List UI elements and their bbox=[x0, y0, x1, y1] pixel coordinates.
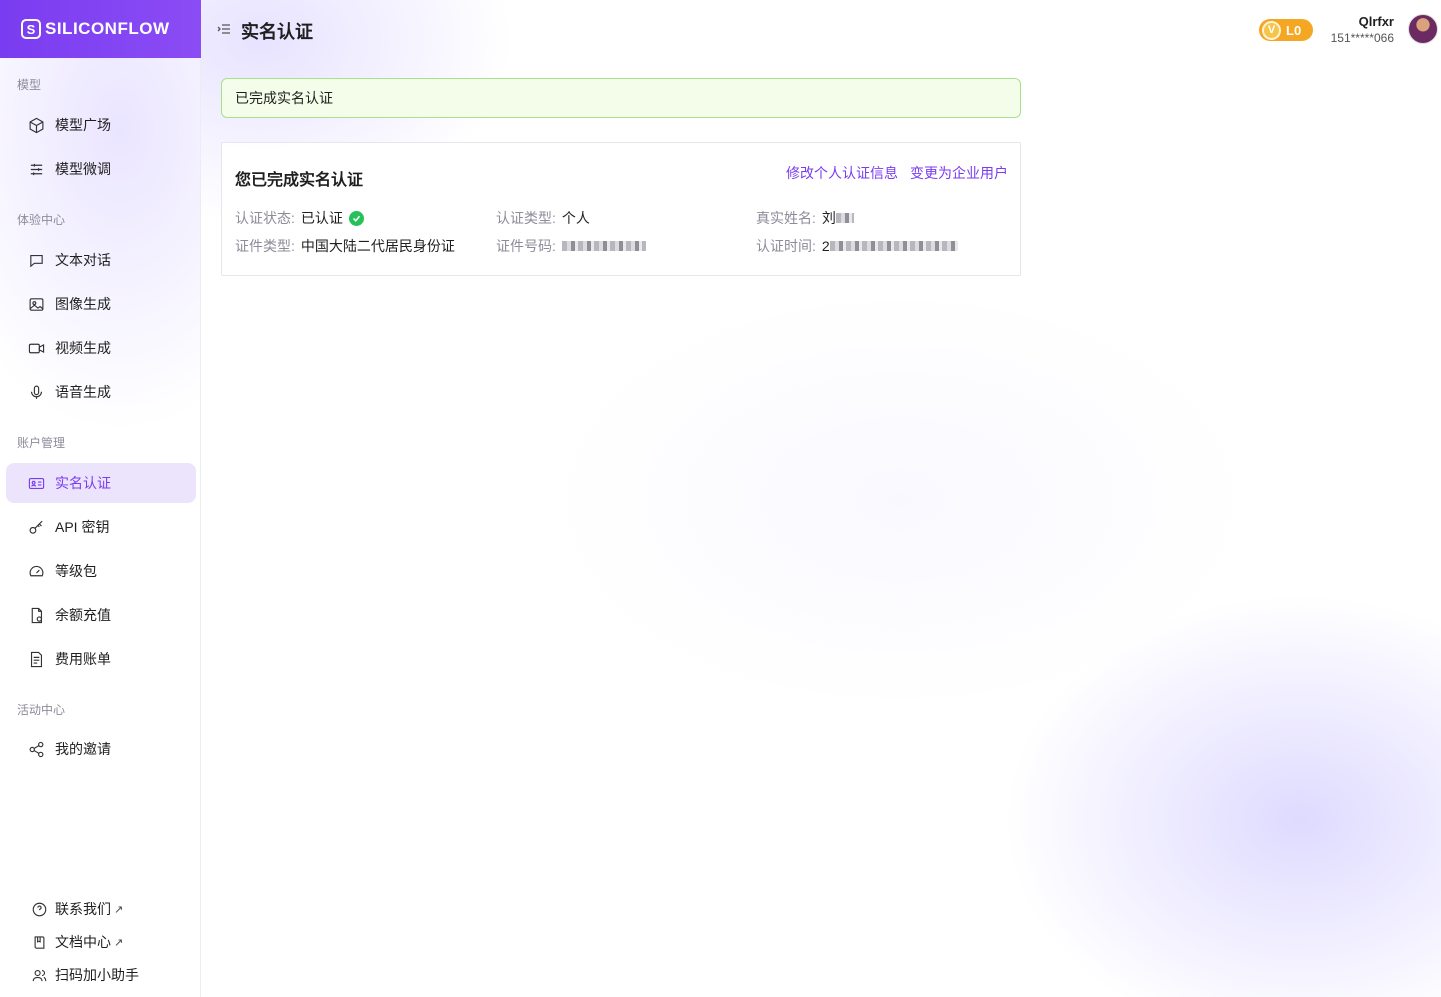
id-card-icon bbox=[28, 475, 45, 492]
sidebar-item-video-gen[interactable]: 视频生成 bbox=[6, 328, 196, 368]
mic-icon bbox=[28, 384, 45, 401]
sidebar-item-label: 我的邀请 bbox=[55, 741, 111, 757]
sidebar-item-speech-gen[interactable]: 语音生成 bbox=[6, 372, 196, 412]
help-icon bbox=[32, 902, 47, 917]
gauge-icon bbox=[28, 563, 45, 580]
external-link-icon: ↗ bbox=[114, 936, 124, 949]
user-name[interactable]: Qlrfxr bbox=[1359, 14, 1394, 29]
doc-type-label: 证件类型: bbox=[235, 238, 295, 254]
bill-icon bbox=[28, 651, 45, 668]
image-icon bbox=[28, 296, 45, 313]
masked-time bbox=[829, 241, 958, 251]
sliders-icon bbox=[28, 161, 45, 178]
masked-text bbox=[835, 213, 854, 223]
sidebar-item-top-up[interactable]: 余额充值 bbox=[6, 595, 196, 635]
sidebar-item-image-gen[interactable]: 图像生成 bbox=[6, 284, 196, 324]
edit-personal-info-link[interactable]: 修改个人认证信息 bbox=[786, 163, 898, 183]
sidebar-item-label: 模型微调 bbox=[55, 161, 111, 177]
sidebar-item-billing[interactable]: 费用账单 bbox=[6, 639, 196, 679]
contact-us-label: 联系我们 bbox=[55, 901, 111, 917]
sidebar-item-label: 文本对话 bbox=[55, 252, 111, 268]
sidebar-item-label: 余额充值 bbox=[55, 607, 111, 623]
success-alert: 已完成实名认证 bbox=[221, 78, 1021, 118]
top-header: 实名认证 V L0 Qlrfxr 151*****066 bbox=[201, 0, 1441, 58]
switch-to-enterprise-link[interactable]: 变更为企业用户 bbox=[910, 163, 1008, 183]
verify-time-label: 认证时间: bbox=[756, 238, 816, 254]
sidebar-item-label: 实名认证 bbox=[55, 475, 111, 491]
sidebar: S SILICONFLOW 模型 模型广场 模型微调 体验中心 文本对话 图像生… bbox=[0, 0, 201, 997]
docs-center-label: 文档中心 bbox=[55, 934, 111, 950]
collapse-sidebar-icon[interactable] bbox=[217, 22, 231, 36]
video-icon bbox=[28, 340, 45, 357]
sidebar-item-text-chat[interactable]: 文本对话 bbox=[6, 240, 196, 280]
assistant-qr-link[interactable]: 扫码加小助手 bbox=[32, 964, 139, 986]
user-icon bbox=[32, 968, 47, 983]
section-title-activities: 活动中心 bbox=[17, 703, 66, 717]
doc-number-label: 证件号码: bbox=[496, 238, 556, 254]
level-label: L0 bbox=[1286, 22, 1302, 38]
book-icon bbox=[32, 935, 47, 950]
section-title-playground: 体验中心 bbox=[17, 213, 66, 227]
real-name-field: 真实姓名: 刘 bbox=[756, 208, 854, 228]
share-icon bbox=[28, 741, 45, 758]
cube-icon bbox=[28, 117, 45, 134]
logo-icon: S bbox=[21, 19, 41, 39]
user-phone: 151*****066 bbox=[1330, 31, 1394, 45]
sidebar-item-label: 模型广场 bbox=[55, 117, 111, 133]
real-name-value: 刘 bbox=[821, 210, 836, 226]
type-field: 认证类型: 个人 bbox=[496, 208, 590, 228]
avatar[interactable] bbox=[1408, 14, 1438, 44]
sidebar-item-label: API 密钥 bbox=[55, 519, 110, 535]
section-title-account: 账户管理 bbox=[17, 436, 66, 450]
masked-doc-number bbox=[561, 241, 646, 251]
page-title: 实名认证 bbox=[241, 22, 313, 42]
sidebar-item-label: 图像生成 bbox=[55, 296, 111, 312]
doc-number-field: 证件号码: bbox=[496, 236, 646, 256]
sidebar-item-fine-tune[interactable]: 模型微调 bbox=[6, 149, 196, 189]
verification-card: 您已完成实名认证 修改个人认证信息 变更为企业用户 认证状态: 已认证 认证类型… bbox=[221, 142, 1021, 276]
verify-time-field: 认证时间: 2 bbox=[756, 236, 958, 256]
key-icon bbox=[28, 519, 45, 536]
vip-icon: V bbox=[1262, 20, 1281, 40]
assistant-qr-label: 扫码加小助手 bbox=[55, 967, 139, 983]
type-value: 个人 bbox=[561, 210, 590, 226]
logo[interactable]: S SILICONFLOW bbox=[0, 0, 201, 58]
card-title: 您已完成实名认证 bbox=[235, 172, 364, 189]
status-field: 认证状态: 已认证 bbox=[235, 208, 364, 228]
real-name-label: 真实姓名: bbox=[756, 210, 816, 226]
status-value: 已认证 bbox=[300, 210, 343, 226]
sidebar-item-model-square[interactable]: 模型广场 bbox=[6, 105, 196, 145]
docs-center-link[interactable]: 文档中心 ↗ bbox=[32, 931, 123, 953]
contact-us-link[interactable]: 联系我们 ↗ bbox=[32, 898, 123, 920]
status-label: 认证状态: bbox=[235, 210, 295, 226]
check-circle-icon bbox=[348, 210, 364, 226]
external-link-icon: ↗ bbox=[114, 903, 124, 916]
doc-type-value: 中国大陆二代居民身份证 bbox=[300, 238, 455, 254]
sidebar-item-level-pack[interactable]: 等级包 bbox=[6, 551, 196, 591]
sidebar-item-real-name[interactable]: 实名认证 bbox=[6, 463, 196, 503]
verify-time-value: 2 bbox=[821, 238, 830, 254]
section-title-models: 模型 bbox=[17, 78, 42, 92]
level-badge[interactable]: V L0 bbox=[1259, 19, 1313, 41]
sidebar-item-label: 视频生成 bbox=[55, 340, 111, 356]
chat-icon bbox=[28, 252, 45, 269]
sidebar-item-label: 等级包 bbox=[55, 563, 97, 579]
sidebar-item-api-keys[interactable]: API 密钥 bbox=[6, 507, 196, 547]
logo-text: SILICONFLOW bbox=[45, 19, 170, 38]
doc-type-field: 证件类型: 中国大陆二代居民身份证 bbox=[235, 236, 455, 256]
wallet-icon bbox=[28, 607, 45, 624]
sidebar-item-invitations[interactable]: 我的邀请 bbox=[6, 729, 196, 769]
type-label: 认证类型: bbox=[496, 210, 556, 226]
sidebar-item-label: 费用账单 bbox=[55, 651, 111, 667]
sidebar-item-label: 语音生成 bbox=[55, 384, 111, 400]
